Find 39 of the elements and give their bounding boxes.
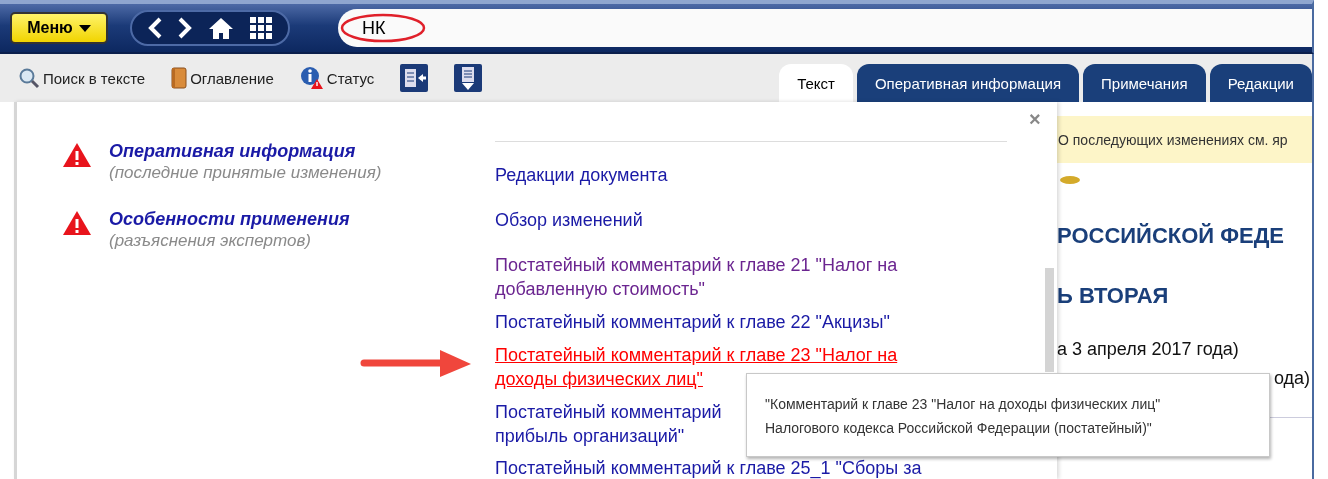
document-text: ода) bbox=[1273, 368, 1310, 389]
document-link[interactable]: Постатейный комментарий прибыль организаций" bbox=[495, 400, 722, 448]
tab[interactable]: Оперативная информация bbox=[856, 64, 1079, 102]
notice-subtitle: (разъяснения экспертов) bbox=[109, 230, 312, 252]
toolbar-button[interactable]: Оглавление bbox=[171, 67, 274, 89]
document-link[interactable]: Постатейный комментарий к главе 21 "Налог на добавленную стоимость" bbox=[495, 253, 898, 301]
document-link[interactable]: Постатейный комментарий к главе 23 "Налог на доходы физических лиц" bbox=[495, 343, 898, 391]
document-link[interactable]: Постатейный комментарий к главе 25_1 "Сборы за bbox=[495, 457, 922, 479]
toolbar-button[interactable]: Поиск в тексте bbox=[18, 67, 146, 89]
document-text: а 3 апреля 2017 года) bbox=[1057, 339, 1239, 360]
document-link[interactable]: Редакции документа bbox=[495, 163, 668, 187]
document-heading: РОССИЙСКОЙ ФЕДЕ bbox=[1057, 223, 1285, 249]
notice-subtitle: (последние принятые изменения) bbox=[109, 162, 382, 184]
home-icon[interactable] bbox=[208, 17, 234, 39]
emblem-icon bbox=[1059, 175, 1081, 185]
tooltip-text: "Комментарий к главе 23 "Налог на доходы физических лиц" Налогового кодекса Российской Федерации (постатейный)" bbox=[765, 395, 1161, 438]
tab[interactable]: Редакции bbox=[1209, 64, 1312, 102]
notice-link[interactable]: Оперативная информация bbox=[109, 140, 356, 162]
info-warning-icon bbox=[299, 66, 324, 90]
search-field[interactable]: НК bbox=[338, 9, 1312, 47]
menu-button[interactable]: Меню bbox=[10, 12, 108, 44]
scrollbar[interactable] bbox=[1045, 268, 1054, 372]
grid-icon[interactable] bbox=[250, 17, 272, 39]
document-link[interactable]: Обзор изменений bbox=[495, 208, 643, 232]
warning-icon bbox=[62, 210, 92, 236]
tab[interactable]: Текст bbox=[779, 64, 853, 102]
forward-icon[interactable] bbox=[178, 17, 192, 39]
book-icon bbox=[171, 67, 188, 89]
back-icon[interactable] bbox=[148, 17, 162, 39]
download-icon[interactable] bbox=[454, 64, 483, 92]
toolbar-button[interactable]: Статус bbox=[299, 66, 375, 90]
document-heading: Ь ВТОРАЯ bbox=[1057, 283, 1169, 309]
notice-banner: О последующих изменениях см. яр bbox=[1057, 116, 1312, 163]
notice-link[interactable]: Особенности применения bbox=[109, 208, 350, 230]
document-link[interactable]: Постатейный комментарий к главе 22 "Акцизы" bbox=[495, 310, 890, 334]
warning-icon bbox=[62, 142, 92, 168]
search-icon bbox=[18, 67, 40, 89]
caret-icon bbox=[78, 24, 91, 32]
tab[interactable]: Примечания bbox=[1083, 64, 1206, 102]
